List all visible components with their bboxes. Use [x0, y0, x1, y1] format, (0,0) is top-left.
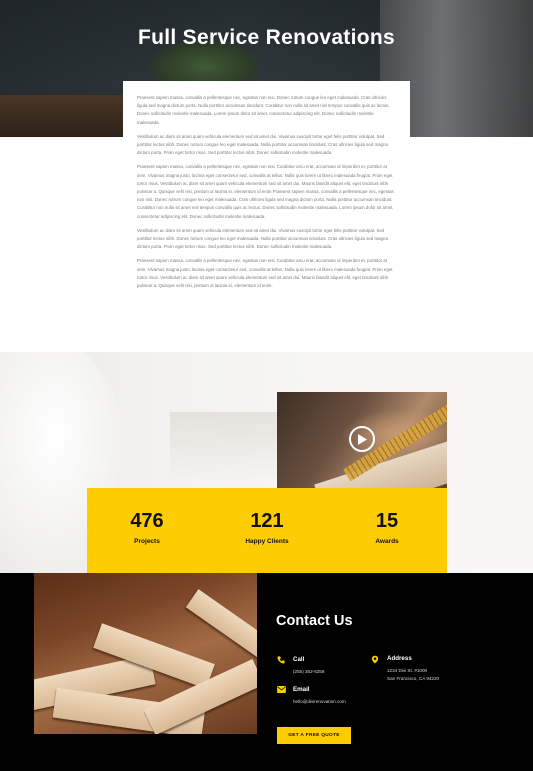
- content-paragraph: Praesent sapien massa, convallis a pelle…: [137, 95, 390, 125]
- contact-section: [0, 573, 533, 771]
- background-table: [170, 412, 280, 482]
- content-paragraph: Praesent sapien massa, convallis a pelle…: [137, 258, 393, 289]
- play-icon: [358, 433, 367, 445]
- contact-email-address[interactable]: hello@divirenovation.com: [293, 698, 346, 706]
- content-paragraph: Vestibulum ac diam sit amet quam vehicul…: [137, 133, 388, 156]
- wood-plank: [185, 589, 257, 659]
- envelope-icon: [277, 686, 286, 693]
- hero-cabinet: [0, 95, 125, 137]
- contact-address-line2: San Francisco, CA 94220: [387, 676, 440, 681]
- stat-happy-clients: 121 Happy Clients: [207, 508, 327, 545]
- contact-title: Contact Us: [276, 613, 353, 629]
- stat-label: Happy Clients: [245, 538, 289, 545]
- content-paragraph: Praesent sapien massa, convallis a pelle…: [137, 164, 394, 219]
- contact-call-label: Call: [293, 656, 305, 663]
- stat-number: 476: [130, 510, 164, 532]
- wood-planks-photo: [34, 573, 257, 734]
- stat-label: Awards: [375, 538, 399, 545]
- stat-projects: 476 Projects: [87, 508, 207, 545]
- play-circle-icon[interactable]: [349, 426, 375, 452]
- stat-label: Projects: [134, 538, 160, 545]
- content-card: Praesent sapien massa, convallis a pelle…: [123, 81, 410, 343]
- video-thumbnail[interactable]: [277, 392, 447, 488]
- contact-address-line1: 1234 Divi St. #1000: [387, 668, 428, 673]
- content-paragraph: Vestibulum ac diam sit amet quam vehicul…: [137, 227, 388, 250]
- contact-phone-number[interactable]: (255) 352-6258: [293, 668, 324, 676]
- get-free-quote-button[interactable]: GET A FREE QUOTE: [277, 727, 351, 744]
- stat-number: 121: [250, 510, 284, 532]
- contact-address-label: Address: [387, 655, 412, 662]
- page-title: Full Service Renovations: [138, 26, 395, 49]
- stat-awards: 15 Awards: [327, 508, 447, 545]
- phone-icon: [277, 656, 285, 664]
- contact-email-label: Email: [293, 686, 310, 693]
- map-pin-icon: [371, 655, 379, 664]
- stat-number: 15: [375, 510, 399, 532]
- stats-bar: 476 Projects 121 Happy Clients 15 Awards: [87, 488, 447, 573]
